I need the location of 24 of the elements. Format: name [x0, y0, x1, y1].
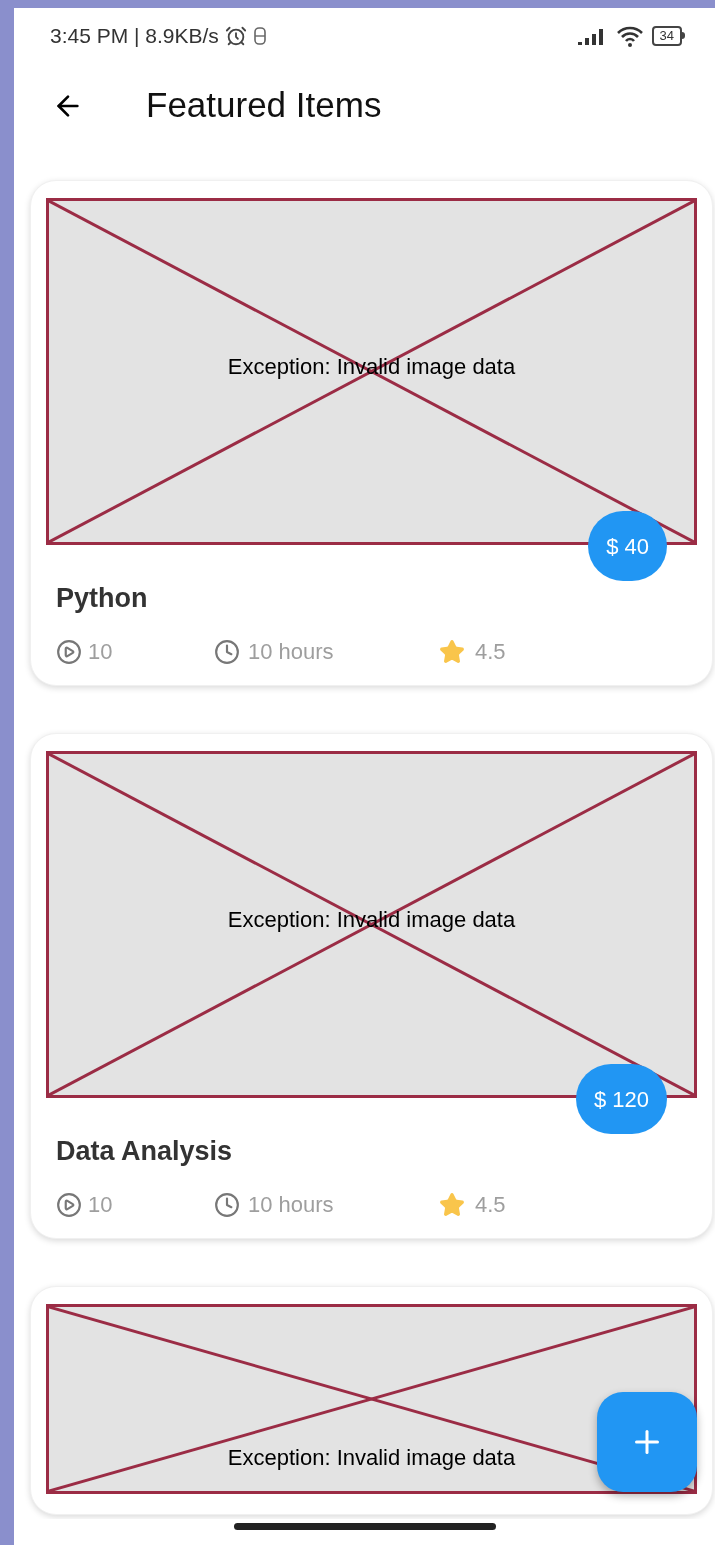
lesson-count: 10 [88, 641, 113, 663]
clock-icon [214, 639, 240, 665]
sim-icon [252, 25, 267, 46]
rating-text: 4.5 [475, 641, 506, 663]
course-title: Python [56, 585, 149, 612]
duration-text: 10 hours [248, 1194, 334, 1216]
course-title: Data Analysis [56, 1138, 234, 1165]
battery-level: 34 [651, 25, 682, 46]
status-time: 3:45 PM | 8.9KB/s [50, 22, 219, 49]
star-icon [439, 639, 465, 665]
page-title: Featured Items [146, 84, 382, 127]
course-card[interactable]: Exception: Invalid image data [30, 1286, 713, 1515]
image-error-text: Exception: Invalid image data [227, 1447, 516, 1469]
wifi-icon [615, 24, 644, 47]
star-icon [439, 1192, 465, 1218]
rating-text: 4.5 [475, 1194, 506, 1216]
duration-text: 10 hours [248, 641, 334, 663]
alarm-icon [224, 24, 247, 47]
price-badge: $ 120 [575, 1064, 667, 1134]
price-badge: $ 40 [588, 511, 667, 581]
play-icon [56, 639, 82, 665]
clock-icon [214, 1192, 240, 1218]
play-icon [56, 1192, 82, 1218]
lesson-count: 10 [88, 1194, 113, 1216]
